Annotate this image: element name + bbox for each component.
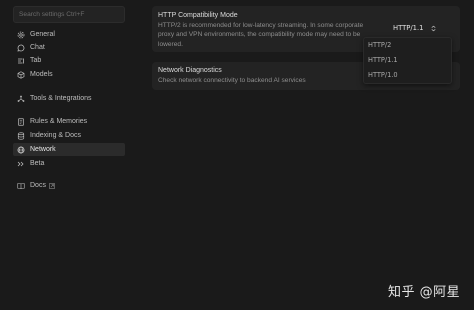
settings-window: Search settings Ctrl+F General Chat Tab … xyxy=(0,0,474,310)
sidebar-item-label: Beta xyxy=(30,160,45,167)
sidebar-item-chat[interactable]: Chat xyxy=(13,41,125,54)
sidebar-item-label: Network xyxy=(30,146,56,153)
sidebar-item-rules[interactable]: Rules & Memories xyxy=(13,115,125,128)
database-icon xyxy=(17,131,25,140)
http-compat-description: HTTP/2 is recommended for low-latency st… xyxy=(158,22,364,48)
dropdown-option-http10[interactable]: HTTP/1.0 xyxy=(368,71,398,79)
dropdown-option-http11[interactable]: HTTP/1.1 xyxy=(368,56,398,64)
document-icon xyxy=(17,117,25,126)
sidebar-item-general[interactable]: General xyxy=(13,28,125,41)
sidebar-item-label: Chat xyxy=(30,44,45,51)
sidebar-item-indexing[interactable]: Indexing & Docs xyxy=(13,129,125,142)
sidebar-item-label: Rules & Memories xyxy=(30,118,88,125)
tools-icon xyxy=(17,95,25,103)
beta-icon xyxy=(17,160,25,168)
sidebar-item-tools[interactable]: Tools & Integrations xyxy=(13,92,125,105)
sidebar-item-beta[interactable]: Beta xyxy=(13,157,125,170)
search-input[interactable]: Search settings Ctrl+F xyxy=(13,6,125,23)
network-diagnostics-title: Network Diagnostics xyxy=(158,67,222,74)
http-compat-title: HTTP Compatibility Mode xyxy=(158,12,238,19)
sidebar-item-models[interactable]: Models xyxy=(13,68,125,81)
external-link-icon xyxy=(49,182,55,189)
sidebar-item-label: Models xyxy=(30,71,53,78)
sidebar-item-label: Tools & Integrations xyxy=(30,95,92,102)
sidebar-item-network[interactable]: Network xyxy=(13,143,125,156)
sidebar-item-docs[interactable]: Docs xyxy=(13,179,125,192)
book-icon xyxy=(17,182,25,190)
sidebar-item-label: General xyxy=(30,31,55,38)
http-version-dropdown: HTTP/2 HTTP/1.1 HTTP/1.0 xyxy=(363,37,452,84)
sidebar-item-label: Tab xyxy=(30,57,42,64)
sidebar-item-label: Indexing & Docs xyxy=(30,132,81,139)
watermark: 知乎 @阿星 xyxy=(388,285,461,300)
sidebar-item-label: Docs xyxy=(30,182,46,189)
chevron-updown-icon xyxy=(430,25,437,32)
sidebar-item-tab[interactable]: Tab xyxy=(13,54,125,67)
globe-icon xyxy=(17,146,25,154)
http-version-selected: HTTP/1.1 xyxy=(393,24,424,32)
tab-icon xyxy=(17,57,25,65)
dropdown-option-http2[interactable]: HTTP/2 xyxy=(368,41,391,49)
gear-icon xyxy=(17,31,25,39)
cube-icon xyxy=(17,70,25,79)
network-diagnostics-description: Check network connectivity to backend AI… xyxy=(158,77,306,84)
http-version-select[interactable]: HTTP/1.1 xyxy=(387,20,453,36)
chat-icon xyxy=(17,44,25,52)
sidebar: Search settings Ctrl+F General Chat Tab … xyxy=(0,0,132,310)
